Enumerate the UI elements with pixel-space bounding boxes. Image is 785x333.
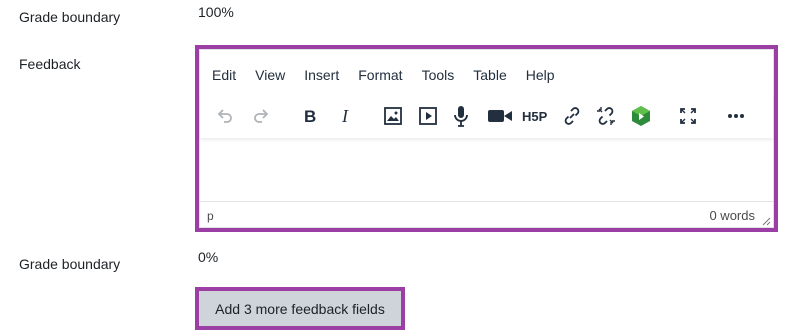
panopto-icon[interactable]	[626, 102, 656, 130]
editor-content-area[interactable]	[200, 142, 773, 206]
fullscreen-icon[interactable]	[673, 102, 703, 130]
word-count: 0 words	[709, 208, 755, 223]
h5p-icon[interactable]: H5P	[520, 102, 550, 130]
svg-text:H5P: H5P	[522, 109, 548, 124]
microphone-icon[interactable]	[446, 102, 476, 130]
link-icon[interactable]	[557, 102, 587, 130]
menu-help[interactable]: Help	[526, 67, 555, 83]
svg-text:I: I	[341, 106, 349, 126]
grade-boundary-value: 100%	[198, 4, 234, 20]
more-icon[interactable]	[721, 102, 751, 130]
feedback-label: Feedback	[19, 56, 81, 72]
element-path[interactable]: p	[207, 209, 214, 223]
menu-format[interactable]: Format	[358, 67, 402, 83]
italic-icon[interactable]: I	[331, 102, 361, 130]
image-icon[interactable]	[378, 102, 408, 130]
add-feedback-fields-button[interactable]: Add 3 more feedback fields	[199, 291, 401, 326]
editor-statusbar: p 0 words	[200, 201, 773, 227]
menu-insert[interactable]: Insert	[304, 67, 339, 83]
menu-table[interactable]: Table	[473, 67, 506, 83]
menu-edit[interactable]: Edit	[212, 67, 236, 83]
svg-text:B: B	[304, 107, 316, 126]
grade-boundary-value: 0%	[198, 249, 219, 265]
grade-boundary-label: Grade boundary	[19, 9, 121, 25]
unlink-icon[interactable]	[591, 102, 621, 130]
media-icon[interactable]	[413, 102, 443, 130]
bold-icon[interactable]: B	[295, 102, 325, 130]
editor-menubar: Edit View Insert Format Tools Table Help	[212, 64, 574, 86]
undo-icon[interactable]	[210, 102, 240, 130]
add-feedback-fields-highlight: Add 3 more feedback fields	[195, 287, 405, 330]
feedback-editor: Edit View Insert Format Tools Table Help…	[195, 45, 778, 232]
menu-tools[interactable]: Tools	[422, 67, 455, 83]
grade-boundary-label: Grade boundary	[19, 256, 121, 272]
menu-view[interactable]: View	[255, 67, 285, 83]
resize-handle-icon[interactable]	[761, 215, 771, 226]
redo-icon[interactable]	[246, 102, 276, 130]
editor-toolbar: B I H5P	[200, 94, 773, 138]
video-camera-icon[interactable]	[485, 102, 515, 130]
